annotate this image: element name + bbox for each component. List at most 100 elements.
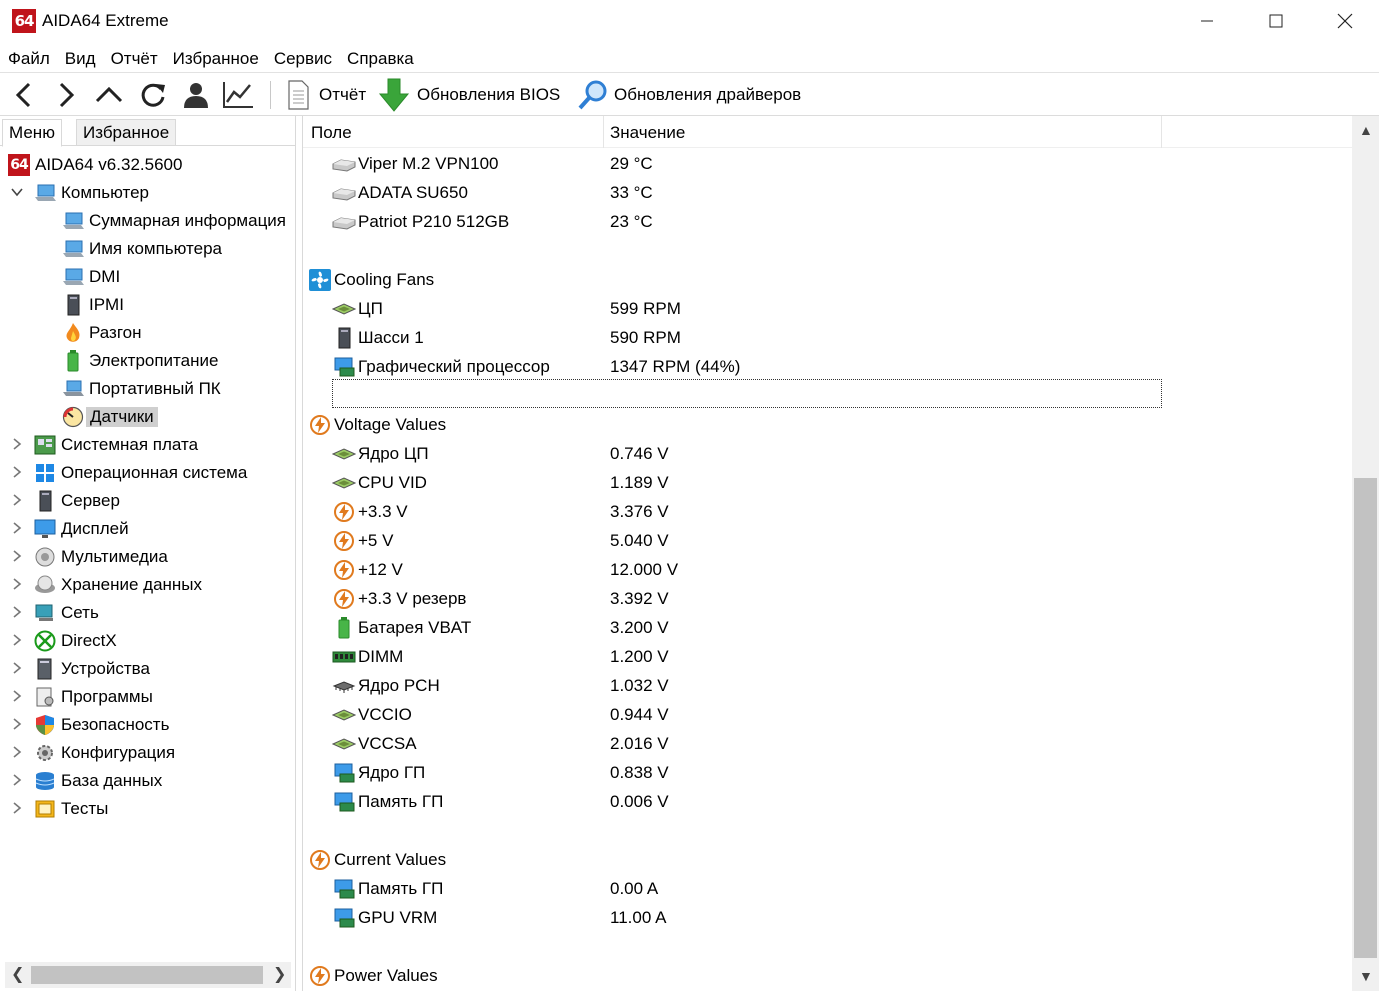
sensor-row[interactable]: CPU VID 1.189 V — [332, 468, 1132, 497]
tree-item[interactable]: DMI — [62, 263, 120, 291]
sensor-row[interactable]: Ядро PCH 1.032 V — [332, 671, 1132, 700]
sensor-row[interactable]: Viper M.2 VPN100 29 °C — [332, 149, 1132, 178]
section-header[interactable]: Power Values — [308, 961, 438, 990]
tree-item[interactable]: Портативный ПК — [62, 375, 221, 403]
chevron-right-icon[interactable] — [10, 465, 24, 479]
tree-item[interactable]: IPMI — [62, 291, 124, 319]
sensor-row[interactable]: GPU VRM 11.00 A — [332, 903, 1132, 932]
chevron-right-icon[interactable] — [10, 521, 24, 535]
scroll-right-icon[interactable]: ❯ — [273, 964, 286, 984]
chevron-right-icon[interactable] — [10, 801, 24, 815]
report-icon-button[interactable] — [282, 79, 314, 111]
tree-item[interactable]: Дисплей — [8, 515, 129, 543]
sensor-row[interactable]: ЦП 599 RPM — [332, 294, 1132, 323]
menu-file[interactable]: Файл — [0, 46, 57, 72]
expand-toggle[interactable] — [8, 605, 26, 622]
column-divider[interactable] — [603, 116, 604, 148]
tree-item[interactable]: Устройства — [8, 655, 150, 683]
expand-toggle[interactable] — [8, 465, 26, 482]
tree-item[interactable]: DirectX — [8, 627, 117, 655]
tree-item[interactable]: Системная плата — [8, 431, 198, 459]
sensor-row[interactable]: Patriot P210 512GB 23 °C — [332, 207, 1132, 236]
close-button[interactable] — [1310, 0, 1379, 42]
sensor-row[interactable]: VCCSA 2.016 V — [332, 729, 1132, 758]
expand-toggle[interactable] — [8, 185, 26, 202]
forward-button[interactable] — [50, 79, 82, 111]
menu-report[interactable]: Отчёт — [103, 46, 165, 72]
expand-toggle[interactable] — [8, 577, 26, 594]
menu-help[interactable]: Справка — [339, 46, 421, 72]
tree-item[interactable]: Операционная система — [8, 459, 247, 487]
section-header[interactable]: Current Values — [308, 845, 446, 874]
bios-update-button[interactable]: Обновления BIOS — [417, 85, 560, 105]
column-field-header[interactable]: Поле — [311, 123, 352, 143]
minimize-button[interactable] — [1172, 0, 1242, 42]
chevron-right-icon[interactable] — [10, 717, 24, 731]
sensor-row[interactable]: Память ГП 0.00 A — [332, 874, 1132, 903]
tab-menu[interactable]: Меню — [2, 119, 62, 147]
tree-item[interactable]: 64 AIDA64 v6.32.5600 — [8, 151, 182, 179]
sensor-row[interactable]: Ядро ЦП 0.746 V — [332, 439, 1132, 468]
expand-toggle[interactable] — [8, 521, 26, 538]
sensor-row[interactable]: VCCIO 0.944 V — [332, 700, 1132, 729]
horizontal-scrollbar[interactable]: ❮ ❯ — [5, 962, 291, 988]
refresh-button[interactable] — [137, 79, 169, 111]
expand-toggle[interactable] — [8, 661, 26, 678]
scrollbar-thumb[interactable] — [1354, 478, 1377, 958]
menu-favorites[interactable]: Избранное — [165, 46, 266, 72]
bios-update-icon-button[interactable] — [378, 78, 410, 112]
tree-item[interactable]: Имя компьютера — [62, 235, 222, 263]
sensor-row[interactable]: +3.3 V 3.376 V — [332, 497, 1132, 526]
tree-item[interactable]: Безопасность — [8, 711, 169, 739]
expand-toggle[interactable] — [8, 493, 26, 510]
chevron-right-icon[interactable] — [10, 437, 24, 451]
chevron-right-icon[interactable] — [10, 745, 24, 759]
vertical-scrollbar[interactable]: ▲ ▼ — [1352, 116, 1379, 991]
chevron-down-icon[interactable] — [10, 185, 24, 199]
user-button[interactable] — [180, 79, 212, 111]
sensor-row[interactable]: ADATA SU650 33 °C — [332, 178, 1132, 207]
expand-toggle[interactable] — [8, 633, 26, 650]
tree-item[interactable]: Хранение данных — [8, 571, 202, 599]
maximize-button[interactable] — [1241, 0, 1311, 42]
chevron-right-icon[interactable] — [10, 549, 24, 563]
sensor-row[interactable]: +3.3 V резерв 3.392 V — [332, 584, 1132, 613]
chevron-right-icon[interactable] — [10, 605, 24, 619]
expand-toggle[interactable] — [8, 549, 26, 566]
expand-toggle[interactable] — [8, 717, 26, 734]
expand-toggle[interactable] — [8, 745, 26, 762]
menu-service[interactable]: Сервис — [266, 46, 339, 72]
up-button[interactable] — [93, 79, 125, 111]
expand-toggle[interactable] — [8, 689, 26, 706]
scroll-up-icon[interactable]: ▲ — [1359, 122, 1373, 138]
chevron-right-icon[interactable] — [10, 773, 24, 787]
section-header[interactable]: Voltage Values — [308, 410, 446, 439]
expand-toggle[interactable] — [8, 437, 26, 454]
scroll-down-icon[interactable]: ▼ — [1359, 968, 1373, 984]
tree-item[interactable]: Датчики — [62, 403, 158, 431]
chevron-right-icon[interactable] — [10, 689, 24, 703]
driver-update-button[interactable]: Обновления драйверов — [614, 85, 801, 105]
sensor-row[interactable]: Графический процессор 1347 RPM (44%) — [332, 352, 1132, 381]
tree-item[interactable]: Программы — [8, 683, 153, 711]
report-button[interactable]: Отчёт — [319, 85, 366, 105]
tree-item[interactable]: Суммарная информация — [62, 207, 286, 235]
sensor-row[interactable]: Шасси 1 590 RPM — [332, 323, 1132, 352]
chevron-right-icon[interactable] — [10, 661, 24, 675]
chart-button[interactable] — [222, 79, 254, 111]
back-button[interactable] — [8, 79, 40, 111]
tree-item[interactable]: Компьютер — [8, 179, 149, 207]
sensor-row[interactable]: Батарея VBAT 3.200 V — [332, 613, 1132, 642]
expand-toggle[interactable] — [8, 773, 26, 790]
sensor-row[interactable]: DIMM 1.200 V — [332, 642, 1132, 671]
tree-item[interactable]: Разгон — [62, 319, 142, 347]
sensor-row[interactable]: +5 V 5.040 V — [332, 526, 1132, 555]
chevron-right-icon[interactable] — [10, 633, 24, 647]
tab-favorites[interactable]: Избранное — [76, 119, 177, 146]
tree-item[interactable]: Тесты — [8, 795, 108, 823]
menu-view[interactable]: Вид — [57, 46, 103, 72]
driver-update-icon-button[interactable] — [577, 79, 609, 111]
tree-item[interactable]: Конфигурация — [8, 739, 175, 767]
sensor-row[interactable]: Ядро ГП 0.838 V — [332, 758, 1132, 787]
scrollbar-thumb[interactable] — [31, 966, 263, 984]
